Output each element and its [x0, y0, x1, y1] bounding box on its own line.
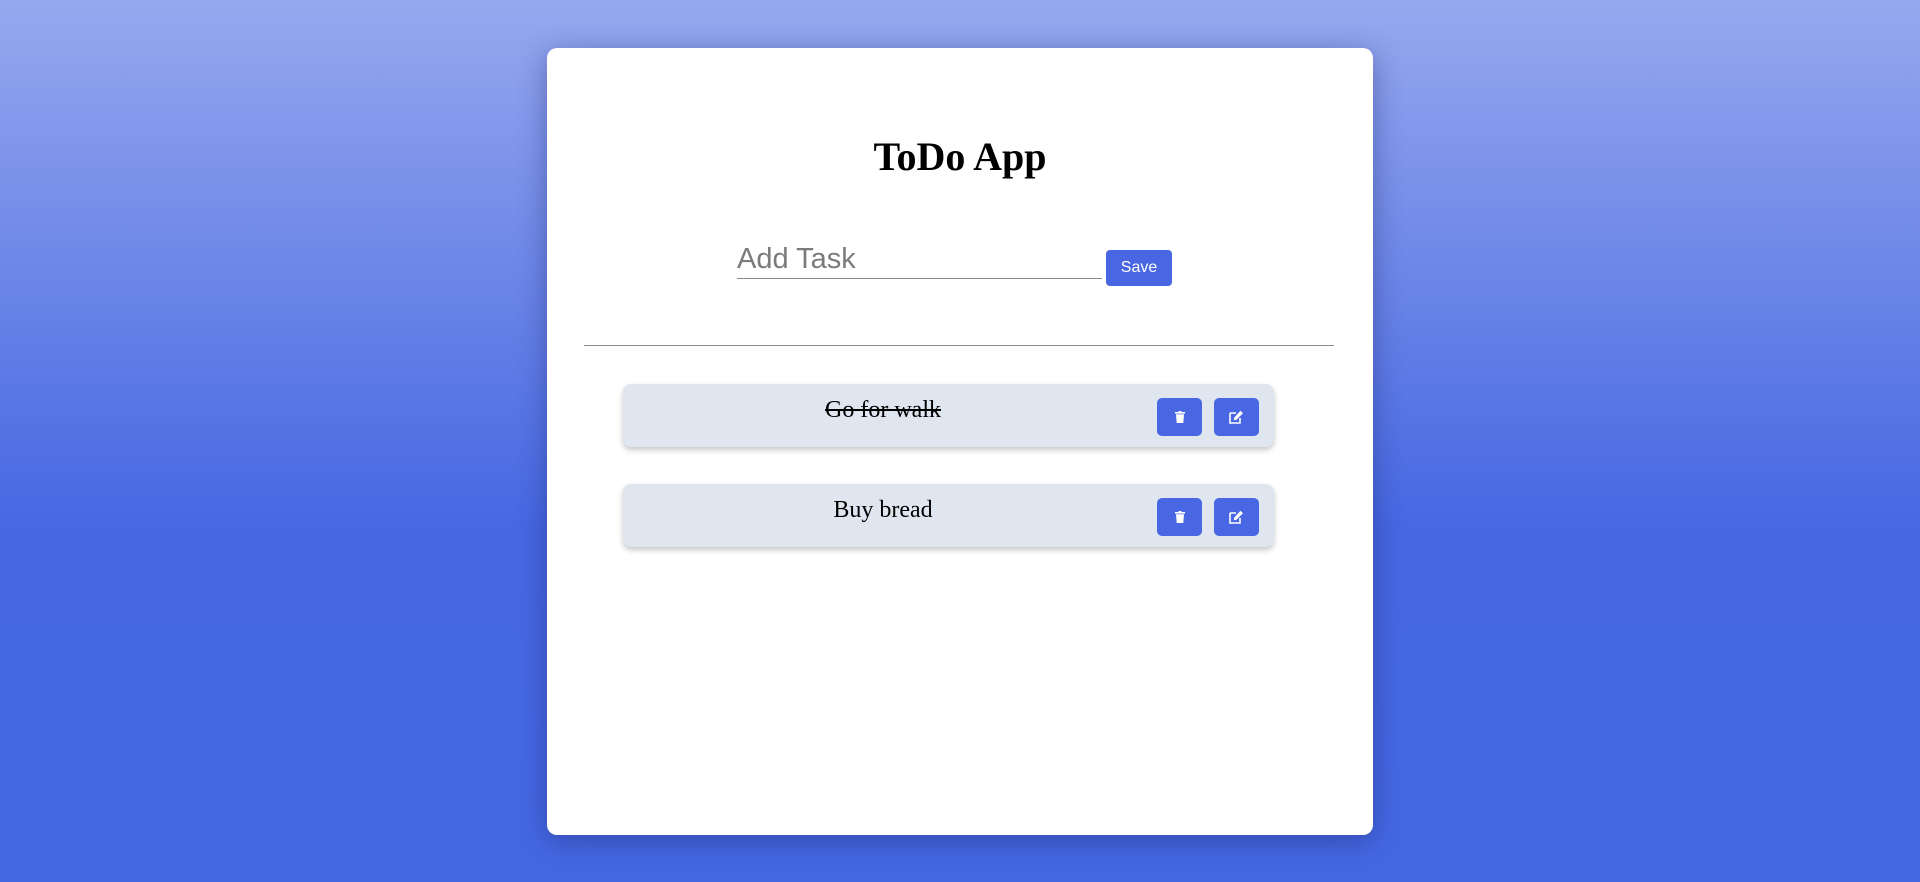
trash-icon — [1174, 411, 1185, 423]
task-text[interactable]: Go for walk — [623, 396, 1143, 424]
edit-icon — [1229, 410, 1244, 424]
task-text[interactable]: Buy bread — [623, 496, 1143, 524]
page-title: ToDo App — [873, 134, 1047, 179]
save-button[interactable]: Save — [1106, 250, 1172, 286]
divider — [584, 345, 1334, 346]
edit-icon — [1229, 510, 1244, 524]
add-task-row: Save — [737, 240, 1197, 286]
task-item: Go for walk — [623, 384, 1274, 447]
task-item: Buy bread — [623, 484, 1274, 547]
task-list: Go for walk Buy bread — [623, 384, 1274, 584]
edit-task-button[interactable] — [1214, 398, 1259, 436]
edit-task-button[interactable] — [1214, 498, 1259, 536]
add-task-input[interactable] — [737, 240, 1102, 279]
delete-task-button[interactable] — [1157, 398, 1202, 436]
todo-card: ToDo App Save Go for walk — [547, 48, 1373, 835]
delete-task-button[interactable] — [1157, 498, 1202, 536]
trash-icon — [1174, 511, 1185, 523]
